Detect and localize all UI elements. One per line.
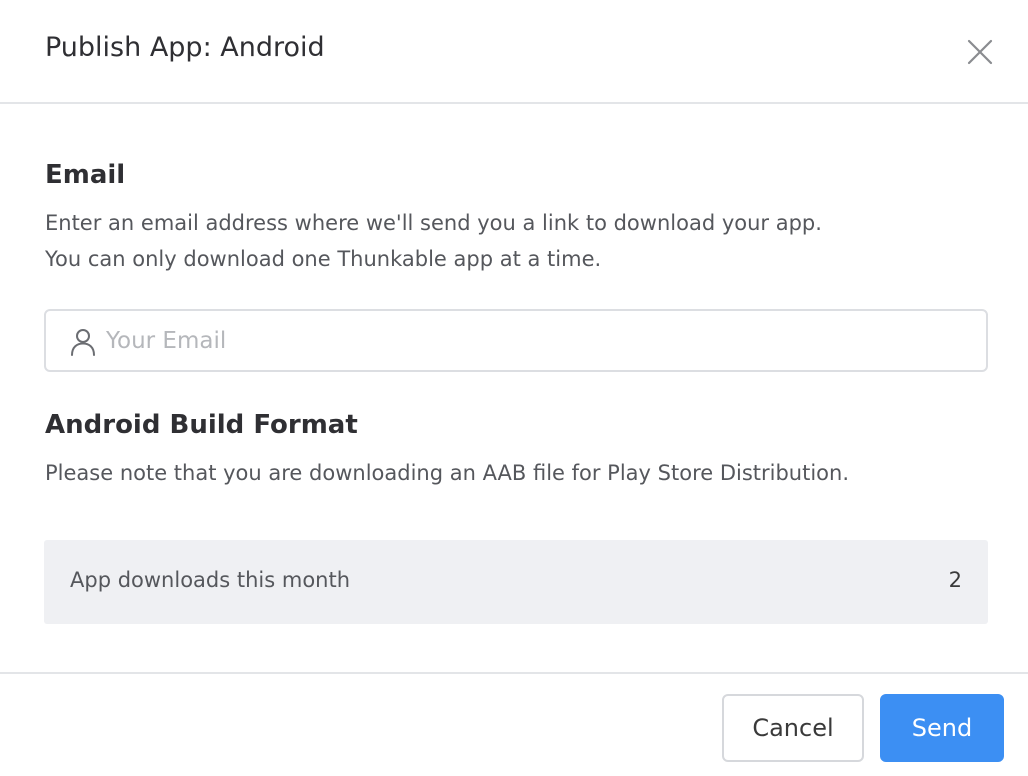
build-format-heading: Android Build Format	[45, 410, 358, 440]
dialog-header: Publish App: Android	[0, 0, 1028, 104]
user-icon	[71, 329, 95, 356]
email-heading: Email	[45, 160, 126, 190]
build-format-description: Please note that you are downloading an …	[45, 461, 850, 485]
downloads-info-box: App downloads this month 2	[44, 540, 988, 624]
email-description-line1: Enter an email address where we'll send …	[45, 211, 822, 235]
close-button[interactable]	[962, 34, 998, 70]
downloads-count: 2	[948, 568, 962, 592]
cancel-button[interactable]: Cancel	[722, 694, 864, 762]
email-input[interactable]	[106, 311, 966, 370]
email-field[interactable]	[44, 309, 988, 372]
downloads-label: App downloads this month	[70, 568, 351, 592]
email-description-line2: You can only download one Thunkable app …	[45, 247, 602, 271]
footer-divider	[0, 672, 1028, 674]
dialog-title: Publish App: Android	[45, 32, 325, 63]
close-icon	[967, 39, 993, 65]
publish-dialog: Publish App: Android Email Enter an emai…	[0, 0, 1028, 776]
send-button[interactable]: Send	[880, 694, 1004, 762]
